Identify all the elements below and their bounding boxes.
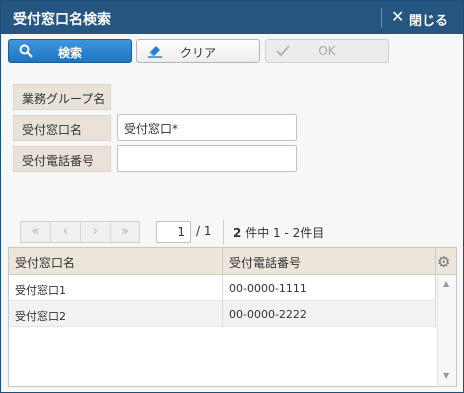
table-row[interactable]: 受付窓口2 00-0000-2222 — [9, 301, 436, 327]
close-label: 閉じる — [409, 14, 449, 29]
pager-divider — [223, 219, 224, 245]
result-count: 2 件中 1 - 2件目 — [233, 224, 324, 241]
counter-name-input[interactable]: 受付窓口* — [117, 114, 297, 141]
ok-button-label: OK — [318, 44, 336, 58]
clear-button-label: クリア — [179, 46, 216, 60]
page-number-input[interactable]: 1 — [156, 221, 191, 243]
first-page-button[interactable]: « — [21, 222, 51, 242]
scroll-down-icon[interactable]: ▼ — [443, 371, 449, 380]
last-page-button[interactable]: » — [111, 222, 139, 242]
close-button[interactable]: ✕ 閉じる — [389, 7, 459, 29]
vertical-scrollbar[interactable]: ▲ ▼ — [437, 275, 456, 386]
result-count-range: 件中 1 - 2件目 — [245, 226, 325, 240]
close-icon: ✕ — [391, 7, 405, 26]
title-divider — [381, 8, 382, 28]
cell-counter-name: 受付窓口1 — [9, 275, 223, 301]
gear-icon[interactable]: ⚙ — [437, 253, 455, 271]
grid-header: 受付窓口名 受付電話番号 ⚙ — [9, 248, 456, 275]
table-row[interactable]: 受付窓口1 00-0000-1111 — [9, 275, 436, 301]
prev-page-button[interactable]: ‹ — [51, 222, 81, 242]
column-header-counter-name[interactable]: 受付窓口名 — [9, 248, 223, 274]
next-page-button[interactable]: › — [81, 222, 111, 242]
search-button[interactable]: 検索 — [8, 39, 132, 63]
page-total: / 1 — [196, 224, 212, 238]
counter-phone-input[interactable] — [117, 145, 297, 172]
cell-counter-name: 受付窓口2 — [9, 301, 223, 327]
result-count-number: 2 — [233, 226, 242, 240]
clear-button[interactable]: クリア — [136, 39, 260, 63]
scroll-up-icon[interactable]: ▲ — [443, 279, 449, 288]
pager-nav: « ‹ › » — [20, 221, 140, 243]
column-header-counter-phone[interactable]: 受付電話番号 — [223, 248, 436, 274]
cell-counter-phone: 00-0000-1111 — [223, 275, 436, 301]
search-dialog: 受付窓口名検索 ✕ 閉じる 検索 クリア OK 業務グループ名 受付窓口名 受付… — [0, 0, 464, 393]
ok-button[interactable]: OK — [265, 39, 389, 63]
dialog-title: 受付窓口名検索 — [13, 12, 111, 28]
title-bar: 受付窓口名検索 ✕ 閉じる — [1, 1, 463, 34]
group-name-label: 業務グループ名 — [13, 84, 111, 110]
results-grid: 受付窓口名 受付電話番号 ⚙ 受付窓口1 00-0000-1111 受付窓口2 … — [8, 247, 457, 387]
search-button-label: 検索 — [57, 46, 82, 60]
cell-counter-phone: 00-0000-2222 — [223, 301, 436, 327]
counter-phone-label: 受付電話番号 — [13, 146, 111, 172]
counter-name-label: 受付窓口名 — [13, 115, 111, 141]
